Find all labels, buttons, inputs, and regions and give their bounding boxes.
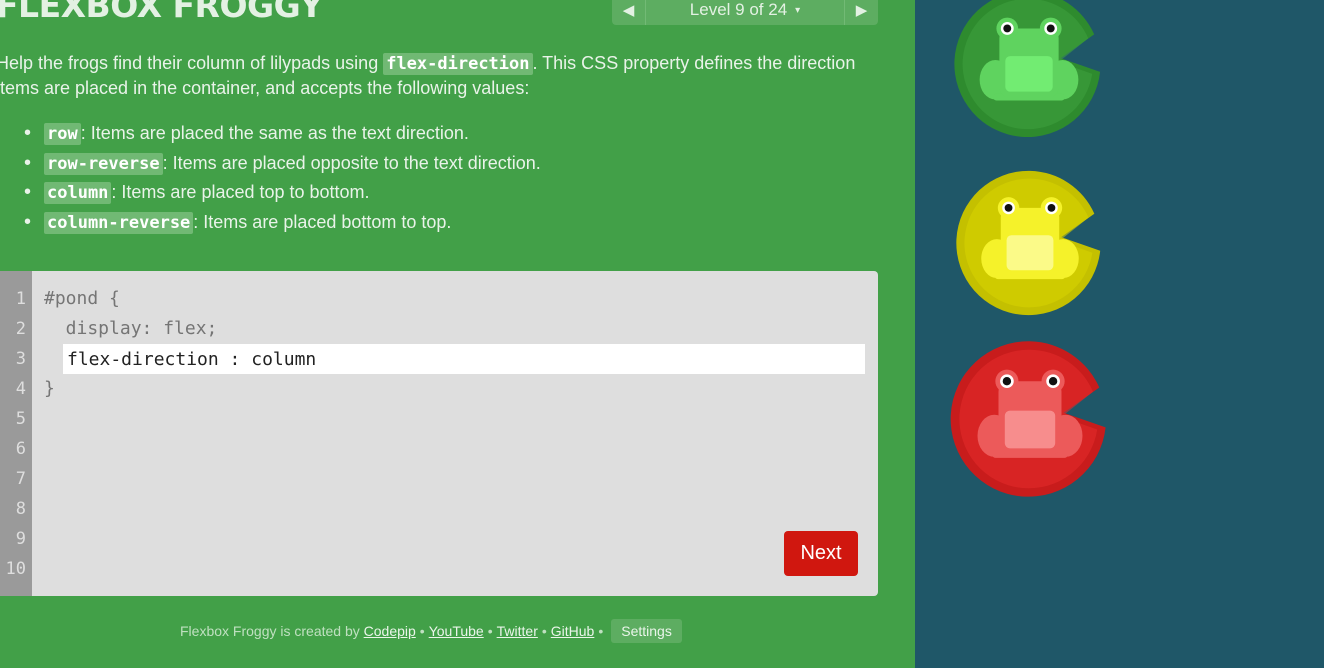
footer: Flexbox Froggy is created by Codepip • Y…	[180, 619, 682, 643]
frog-red	[946, 335, 1114, 503]
next-level-arrow-button[interactable]: ▶	[844, 0, 878, 25]
line-number-gutter: 1 2 3 4 5 6 7 8 9 10	[0, 271, 32, 596]
codepip-link[interactable]: Codepip	[364, 623, 416, 639]
youtube-link[interactable]: YouTube	[429, 623, 484, 639]
line-number: 2	[15, 319, 26, 339]
twitter-link[interactable]: Twitter	[497, 623, 538, 639]
list-item: row-reverse: Items are placed opposite t…	[24, 149, 541, 179]
instructions-intro: Help the frogs find their column of lily…	[0, 53, 384, 73]
sidebar: FLEXBOX FROGGY ◀ Level 9 of 24 ▾ ▶ Help t…	[0, 0, 915, 668]
list-item: column: Items are placed top to bottom.	[24, 178, 541, 208]
footer-separator: •	[487, 623, 493, 639]
value-description: : Items are placed opposite to the text …	[162, 152, 541, 173]
level-label: Level 9 of 24	[689, 0, 788, 19]
values-list: row: Items are placed the same as the te…	[24, 119, 541, 237]
lilypad-yellow	[956, 170, 1101, 316]
app-title: FLEXBOX FROGGY	[0, 0, 323, 25]
line-number: 6	[15, 439, 26, 459]
github-link[interactable]: GitHub	[551, 623, 595, 639]
code-flex-direction: flex-direction	[383, 53, 533, 75]
line-number: 1	[15, 289, 26, 309]
code-column-reverse: column-reverse	[44, 211, 194, 234]
triangle-right-icon: ▶	[855, 1, 868, 19]
lilypad-red	[950, 341, 1106, 497]
frog-green	[950, 0, 1108, 143]
list-item: row: Items are placed the same as the te…	[24, 119, 541, 149]
footer-separator: •	[541, 623, 547, 639]
code-line-close-brace: }	[44, 378, 55, 399]
footer-separator: •	[419, 623, 425, 639]
lilypad-green	[954, 0, 1101, 138]
line-number: 4	[15, 379, 26, 399]
code-line-selector: #pond {	[44, 288, 120, 309]
previous-level-button[interactable]: ◀	[612, 0, 646, 25]
value-description: : Items are placed bottom to top.	[193, 211, 452, 232]
footer-credit: Flexbox Froggy is created by	[180, 623, 360, 639]
triangle-left-icon: ◀	[622, 1, 635, 19]
pond	[915, 0, 1324, 668]
frog-yellow	[952, 165, 1108, 321]
value-description: : Items are placed top to bottom.	[111, 182, 370, 202]
level-indicator: ◀ Level 9 of 24 ▾ ▶	[612, 0, 878, 25]
css-answer-input[interactable]	[63, 344, 865, 374]
value-description: : Items are placed the same as the text …	[80, 123, 469, 143]
code-row-reverse: row-reverse	[44, 152, 163, 175]
list-item: column-reverse: Items are placed bottom …	[24, 208, 541, 238]
line-number: 7	[15, 469, 26, 489]
caret-down-icon: ▾	[795, 4, 801, 16]
footer-separator: •	[598, 623, 604, 639]
code-line-display: display: flex;	[44, 318, 218, 339]
instructions-text: Help the frogs find their column of lily…	[0, 51, 886, 100]
next-button[interactable]: Next	[784, 531, 858, 576]
line-number: 3	[15, 349, 26, 369]
code-column: column	[44, 182, 112, 204]
css-editor: 1 2 3 4 5 6 7 8 9 10 #pond { display: fl…	[0, 271, 878, 596]
line-number: 9	[15, 529, 26, 549]
line-number: 8	[15, 499, 26, 519]
line-number: 10	[5, 559, 26, 579]
level-dropdown[interactable]: Level 9 of 24 ▾	[646, 0, 844, 20]
code-row: row	[44, 123, 81, 145]
settings-button[interactable]: Settings	[611, 619, 682, 643]
line-number: 5	[15, 409, 26, 429]
